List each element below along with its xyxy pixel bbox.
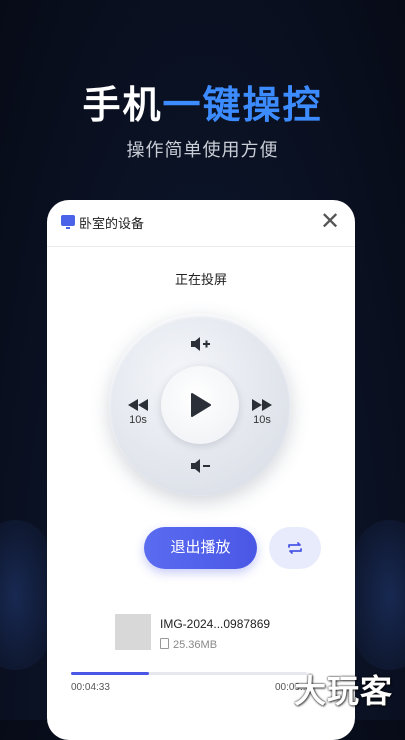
rewind-10s-button[interactable]: 10s [123, 398, 153, 426]
tv-icon [61, 215, 75, 229]
exit-playback-button[interactable]: 退出播放 [144, 527, 257, 569]
volume-up-icon [191, 337, 210, 351]
volume-up-button[interactable] [189, 336, 211, 352]
hero-subtitle: 操作简单使用方便 [126, 140, 279, 160]
file-icon [160, 638, 169, 649]
current-time: 00:04:33 [71, 682, 110, 693]
hero-title: 手机一键操控 [0, 74, 405, 129]
media-thumbnail [115, 614, 151, 650]
casting-status: 正在投屏 [174, 272, 227, 287]
loop-icon [288, 542, 302, 554]
remote-control-panel: 卧室的设备 ✕ 正在投屏 10s 10s 退出播放 IMG-2024...098… [47, 200, 355, 740]
watermark-logo: 大玩客 [293, 673, 393, 709]
media-file-name: IMG-2024...0987869 [160, 617, 271, 631]
forward-10s-button[interactable]: 10s [247, 398, 277, 426]
forward-label: 10s [253, 414, 271, 426]
control-dial: 10s 10s [109, 314, 291, 496]
media-file-size: 25.36MB [160, 638, 217, 651]
play-icon [191, 393, 211, 417]
rewind-icon [128, 399, 148, 411]
loop-button[interactable] [269, 527, 321, 569]
volume-down-icon [191, 459, 210, 473]
progress-bar[interactable] [71, 672, 307, 675]
hero-title-part2: 一键操控 [162, 85, 323, 127]
file-size-value: 25.36MB [173, 639, 218, 651]
device-name: 卧室的设备 [79, 216, 145, 231]
fast-forward-icon [252, 399, 272, 411]
volume-down-button[interactable] [189, 458, 211, 474]
hero-title-part1: 手机 [82, 85, 163, 127]
close-icon[interactable]: ✕ [317, 210, 343, 236]
background-glow-left [0, 520, 50, 670]
rewind-label: 10s [129, 414, 147, 426]
play-button[interactable] [161, 366, 239, 444]
background-glow-right [355, 520, 405, 670]
panel-header: 卧室的设备 ✕ [47, 200, 355, 247]
progress-fill [71, 672, 149, 675]
